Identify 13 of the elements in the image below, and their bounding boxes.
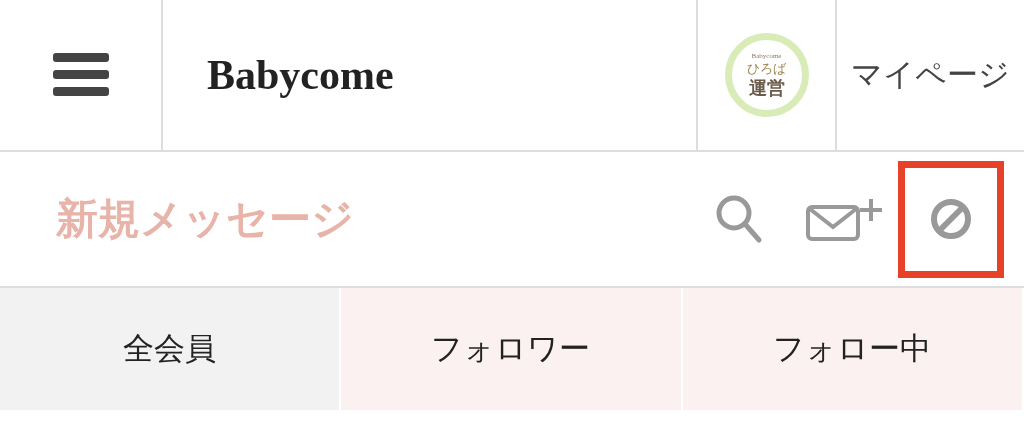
avatar-role: 運営 — [748, 79, 785, 97]
search-icon — [715, 194, 763, 244]
tab[interactable]: フォロワー — [341, 288, 683, 410]
toolbar-button[interactable] — [898, 160, 1004, 278]
page-title: 新規メッセージ — [56, 193, 355, 245]
menu-icon[interactable] — [52, 53, 109, 97]
tab[interactable]: フォロー中 — [682, 288, 1024, 410]
block-icon — [929, 197, 973, 241]
tab[interactable]: 全会員 — [0, 288, 342, 410]
mypage-link[interactable]: マイページ — [837, 0, 1024, 150]
new-mail-icon — [805, 197, 885, 241]
site-logo[interactable]: Babycome — [207, 51, 394, 99]
avatar-name: ひろば — [747, 62, 786, 75]
